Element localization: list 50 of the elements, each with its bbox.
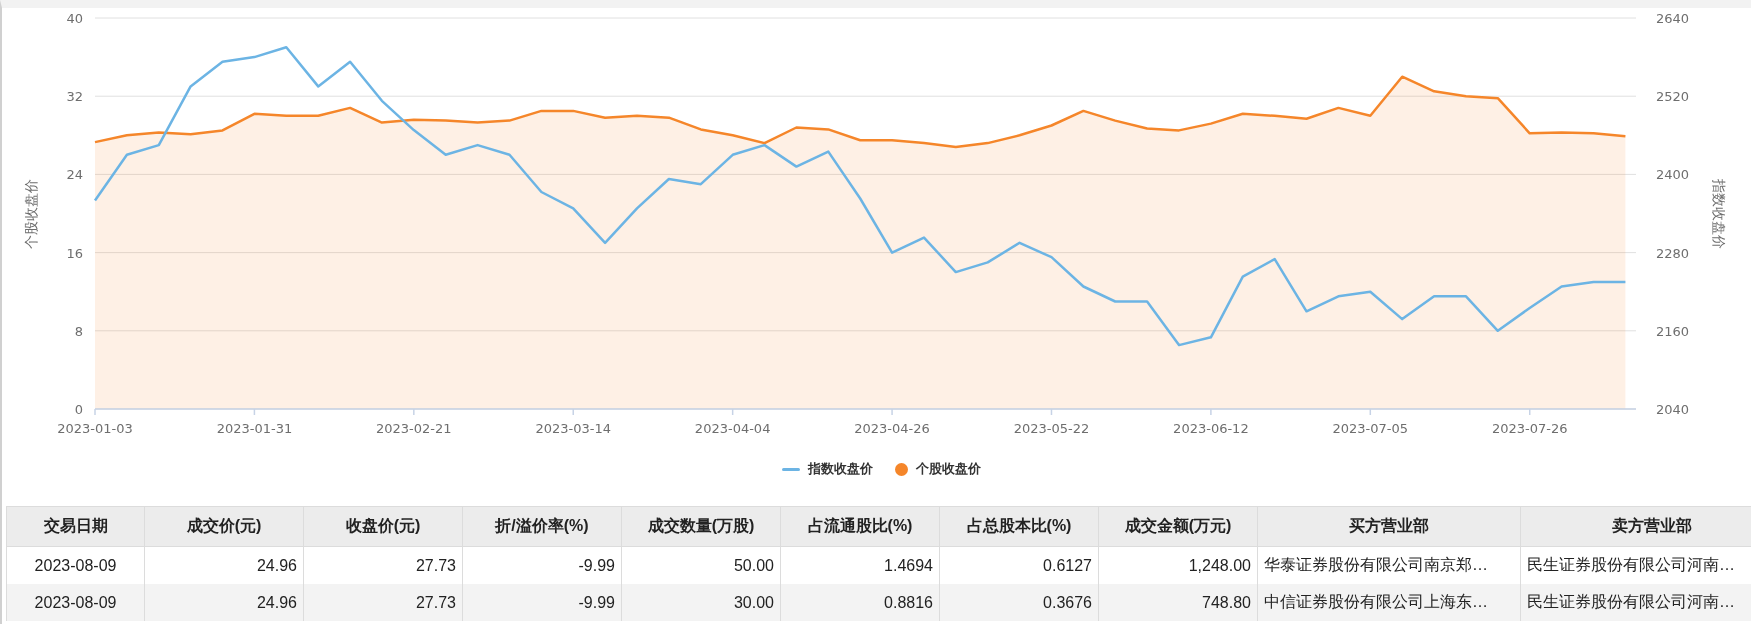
table-cell: -9.99 — [462, 584, 622, 621]
x-tick-label: 2023-01-31 — [216, 421, 293, 436]
y-tick-label: 2400 — [1656, 167, 1690, 183]
y-tick-label: 2280 — [1656, 245, 1690, 261]
column-header: 交易日期 — [6, 506, 145, 547]
column-header: 成交价(元) — [144, 506, 304, 547]
table-cell: 30.00 — [621, 584, 781, 621]
y-tick-label: 32 — [66, 89, 83, 105]
column-header: 占流通股比(%) — [780, 506, 940, 547]
table-cell: 2023-08-09 — [6, 584, 145, 621]
x-tick-label: 2023-01-03 — [57, 421, 133, 436]
y-tick-label: 2040 — [1656, 402, 1690, 417]
column-header: 卖方营业部 — [1520, 506, 1751, 547]
legend-line-icon — [782, 467, 800, 471]
legend-item[interactable]: 个股收盘价 — [895, 460, 981, 478]
column-header: 占总股本比(%) — [939, 506, 1099, 547]
table-cell: 748.80 — [1098, 584, 1258, 621]
y-tick-label: 0 — [74, 402, 83, 417]
x-tick-label: 2023-05-22 — [1013, 421, 1090, 436]
legend-label: 指数收盘价 — [808, 460, 873, 478]
x-tick-label: 2023-04-04 — [694, 421, 771, 436]
table-cell: 0.8816 — [780, 584, 940, 621]
y-axis-title: 个股收盘价 — [23, 178, 39, 249]
table-cell: 24.96 — [144, 584, 304, 621]
column-header: 成交金额(万元) — [1098, 506, 1258, 547]
x-tick-label: 2023-07-05 — [1332, 421, 1409, 436]
x-tick-label: 2023-04-26 — [854, 421, 930, 436]
y-tick-label: 2640 — [1656, 11, 1690, 26]
y-tick-label: 24 — [66, 167, 83, 183]
y-tick-label: 2520 — [1656, 89, 1690, 105]
column-header: 成交数量(万股) — [621, 506, 781, 547]
y-tick-label: 40 — [66, 11, 83, 26]
column-header: 收盘价(元) — [303, 506, 463, 547]
x-tick-label: 2023-07-26 — [1491, 421, 1568, 436]
column-header: 折/溢价率(%) — [462, 506, 622, 547]
x-tick-label: 2023-03-14 — [535, 421, 611, 436]
y-tick-label: 16 — [66, 245, 83, 261]
y-axis-title: 指数收盘价 — [1711, 178, 1727, 249]
x-tick-label: 2023-02-21 — [376, 421, 452, 436]
table-cell: 27.73 — [303, 584, 463, 621]
legend-label: 个股收盘价 — [916, 460, 981, 478]
x-tick-label: 2023-06-12 — [1173, 421, 1249, 436]
legend-dot-icon — [895, 462, 908, 476]
y-tick-label: 2160 — [1656, 323, 1690, 339]
y-tick-label: 8 — [74, 323, 83, 339]
legend-item[interactable]: 指数收盘价 — [782, 460, 873, 478]
column-header: 买方营业部 — [1257, 506, 1521, 547]
table-cell: 0.3676 — [939, 584, 1099, 621]
table-cell: 中信证券股份有限公司上海东… — [1257, 584, 1521, 621]
table-cell: 民生证券股份有限公司河南… — [1520, 584, 1751, 621]
